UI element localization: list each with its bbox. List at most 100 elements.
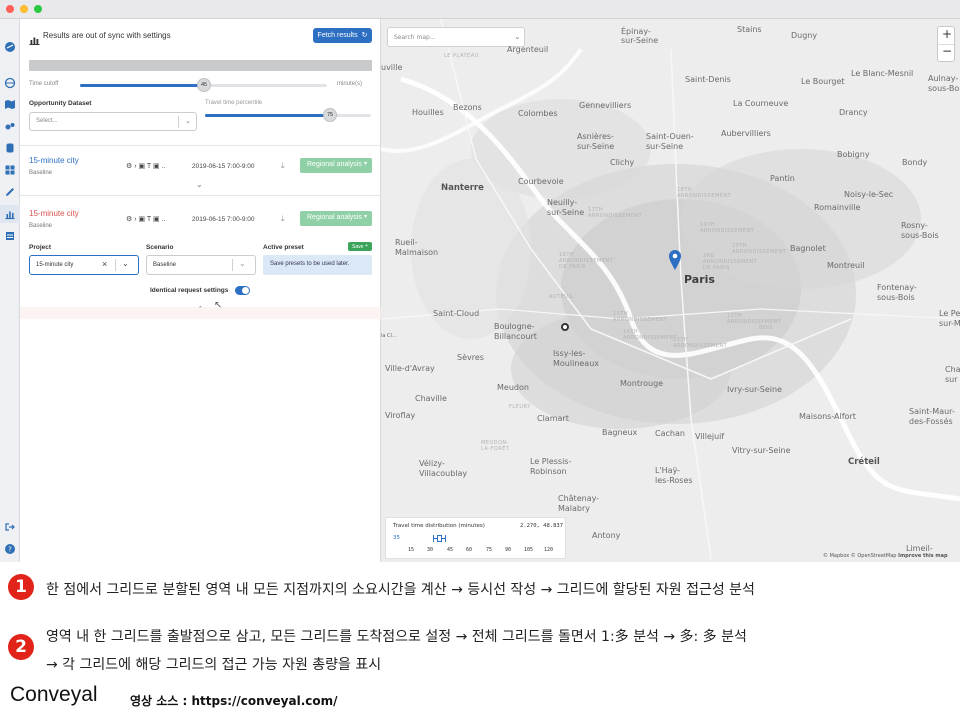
result-scenario: Baseline bbox=[29, 223, 53, 229]
result-title[interactable]: 15-minute city bbox=[29, 156, 79, 165]
district-label: 17TH ARRONDISSEMENT bbox=[588, 207, 643, 219]
place-label: Issy-les- Moulineaux bbox=[553, 349, 600, 368]
time-cutoff-thumb[interactable]: 45 bbox=[197, 78, 211, 92]
chevron-down-icon: ⌄ bbox=[239, 259, 246, 268]
modifications-icon[interactable] bbox=[4, 120, 16, 132]
place-label: Meudon bbox=[497, 383, 529, 392]
map-icon[interactable] bbox=[4, 98, 16, 110]
percentile-slider[interactable]: 75 bbox=[205, 108, 371, 122]
opportunity-dataset-select[interactable]: Select... ⌄ bbox=[29, 112, 197, 131]
place-label: Bezons bbox=[453, 103, 482, 112]
district-label: 3RD ARRONDISSEMENT DE PARIS bbox=[703, 253, 758, 271]
select-divider bbox=[178, 116, 179, 128]
project-label: Project bbox=[29, 244, 52, 251]
place-label: L'Haÿ- les-Roses bbox=[655, 466, 693, 485]
histogram-coords: 2.270, 48.837 bbox=[520, 523, 564, 529]
district-label: LE PLATEAU bbox=[444, 53, 479, 59]
attribution-improve[interactable]: Improve this map bbox=[898, 553, 948, 559]
histogram-tick-label: 45 bbox=[447, 547, 454, 553]
chevron-down-icon[interactable]: ⌄ bbox=[196, 180, 203, 189]
chart-icon[interactable] bbox=[4, 208, 16, 220]
logout-icon[interactable] bbox=[4, 521, 16, 533]
place-label: Châtenay- Malabry bbox=[558, 494, 600, 513]
place-label: Pantin bbox=[770, 174, 795, 183]
place-label: Sèvres bbox=[457, 353, 484, 362]
histogram-tick-label: 90 bbox=[505, 547, 512, 553]
time-cutoff-unit: minute(s) bbox=[337, 81, 363, 87]
zoom-in-button[interactable]: + bbox=[942, 27, 952, 41]
save-preset-label: Save bbox=[352, 243, 364, 250]
chevron-down-icon: ⌄ bbox=[122, 259, 129, 268]
result-title-active[interactable]: 15-minute city bbox=[29, 209, 79, 218]
caption-line-1: 한 점에서 그리드로 분할된 영역 내 모든 지점까지의 소요시간을 계산 → … bbox=[46, 582, 755, 598]
download-icon[interactable]: ⤓ bbox=[281, 214, 285, 224]
identical-settings-toggle[interactable] bbox=[235, 286, 250, 295]
district-label: MEUDON- LA-FORÊT bbox=[481, 440, 510, 452]
place-label: Clamart bbox=[537, 414, 569, 423]
place-label: Bobigny bbox=[837, 150, 870, 159]
caret-down-icon: ▾ bbox=[364, 214, 368, 220]
map-pin-icon[interactable] bbox=[668, 249, 682, 271]
source-link[interactable]: 영상 소스 : https://conveyal.com/ bbox=[130, 692, 338, 709]
map-search-input[interactable]: Search map... ⌄ bbox=[387, 27, 525, 47]
maximize-window-button[interactable] bbox=[34, 5, 42, 13]
chart-icon bbox=[29, 32, 40, 45]
pencil-icon[interactable] bbox=[4, 186, 16, 198]
map-attribution: © Mapbox © OpenStreetMap Improve this ma… bbox=[823, 553, 948, 559]
place-label: Gennevilliers bbox=[579, 101, 632, 110]
close-window-button[interactable] bbox=[6, 5, 14, 13]
scenario-select[interactable]: Baseline ⌄ bbox=[146, 255, 256, 275]
place-label: Le Blanc-Mesnil bbox=[851, 69, 914, 78]
place-label: Vélizy- Villacoublay bbox=[419, 459, 468, 478]
regional-analysis-label: Regional analysis bbox=[307, 161, 362, 168]
list-icon[interactable] bbox=[4, 230, 16, 242]
attribution-osm[interactable]: © OpenStreetMap bbox=[851, 553, 897, 559]
database-icon[interactable] bbox=[4, 142, 16, 154]
result-date: 2019-06-15 7:00-9:00 bbox=[192, 163, 255, 170]
place-label: Le Bourget bbox=[801, 77, 845, 86]
time-cutoff-slider[interactable]: 45 bbox=[80, 78, 327, 92]
district-label: 14TH ARRONDISSEMENT bbox=[623, 329, 678, 341]
globe-icon[interactable] bbox=[4, 77, 16, 89]
plus-icon: + bbox=[365, 243, 368, 249]
help-icon[interactable]: ? bbox=[4, 543, 16, 555]
save-preset-button[interactable]: Save + bbox=[348, 242, 372, 251]
regional-analysis-button[interactable]: Regional analysis ▾ bbox=[300, 211, 372, 226]
place-label: Cachan bbox=[655, 429, 685, 438]
clear-icon[interactable]: × bbox=[102, 259, 107, 269]
download-icon[interactable]: ⤓ bbox=[281, 161, 285, 171]
attribution-mapbox[interactable]: © Mapbox bbox=[823, 553, 849, 559]
zoom-out-button[interactable]: − bbox=[942, 44, 952, 58]
place-label: Fontenay- sous-Bois bbox=[877, 283, 917, 302]
place-label: Saint-Cloud bbox=[433, 309, 480, 318]
place-label: Romainville bbox=[814, 203, 861, 212]
travel-time-histogram: Travel time distribution (minutes) 2.270… bbox=[385, 517, 566, 559]
result-date: 2019-06-15 7:00-9:00 bbox=[192, 216, 255, 223]
map-view[interactable]: Search map... ⌄ + − Argenteuil LE PLATEA… bbox=[381, 19, 960, 562]
district-label: 13TH ARRONDISSEMENT bbox=[673, 337, 728, 349]
regional-analysis-button[interactable]: Regional analysis ▾ bbox=[300, 158, 372, 173]
opportunity-dataset-label: Opportunity Dataset bbox=[29, 100, 92, 107]
project-select[interactable]: 15-minute city × ⌄ bbox=[29, 255, 139, 275]
logo-icon[interactable] bbox=[4, 41, 16, 53]
percentile-thumb[interactable]: 75 bbox=[323, 108, 337, 122]
district-label: 16TH ARRONDISSEMENT DE PARIS bbox=[559, 252, 614, 270]
time-cutoff-fill bbox=[80, 84, 204, 87]
place-label: Argenteuil bbox=[507, 45, 549, 54]
place-label: Aulnay- sous-Bois bbox=[928, 74, 960, 93]
origin-point-icon[interactable] bbox=[561, 323, 569, 331]
minimize-window-button[interactable] bbox=[20, 5, 28, 13]
place-label: Vitry-sur-Seine bbox=[732, 446, 791, 455]
percentile-label: Travel time percentile bbox=[205, 100, 263, 106]
place-label: Clichy bbox=[610, 158, 635, 167]
place-label: Antony bbox=[592, 531, 621, 540]
slide-caption: 1 한 점에서 그리드로 분할된 영역 내 모든 지점까지의 소요시간을 계산 … bbox=[0, 562, 960, 720]
caption-line-2b: → 각 그리드에 해당 그리드의 접근 가능 자원 총량을 표시 bbox=[46, 657, 382, 673]
fetch-results-button[interactable]: Fetch results ↻ bbox=[313, 28, 372, 43]
place-label: Bondy bbox=[902, 158, 928, 167]
place-label: Ville-d'Avray bbox=[385, 364, 435, 373]
analysis-panel: Results are out of sync with settings Fe… bbox=[20, 19, 381, 562]
district-label: 15TH ARRONDISSEMENT bbox=[613, 311, 668, 323]
grid-icon[interactable] bbox=[4, 164, 16, 176]
step-badge-2: 2 bbox=[8, 634, 34, 660]
